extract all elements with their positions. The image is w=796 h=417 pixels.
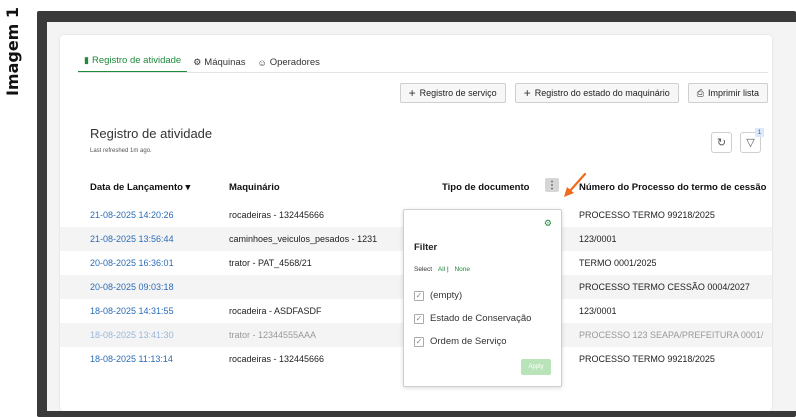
date-link[interactable]: 21-08-2025 13:56:44 [90,234,174,244]
last-refreshed-text: Last refreshed 1m ago. [90,148,152,154]
select-all-link[interactable]: All [438,266,445,273]
document-icon: ▮ [84,55,89,65]
gear-icon[interactable]: ⚙ [544,218,552,229]
option-label: (empty) [430,290,463,301]
column-filter-popup: ⚙ Filter Select All | None ✓ (empty) ✓ E… [403,209,562,387]
checkbox[interactable]: ✓ [414,336,424,347]
plus-icon: + [408,86,416,100]
column-header-process-number[interactable]: Número do Processo do termo de cessão [579,182,766,193]
machine-cell: rocadeiras - 132445666 [229,354,325,364]
printer-icon: ⎙ [696,87,704,98]
machine-cell: caminhoes_veiculos_pesados - 1231 [229,234,378,244]
tab-registro-atividade[interactable]: ▮ Registro de atividade [78,55,188,73]
page-title: Registro de atividade [90,126,213,141]
option-label: Ordem de Serviço [430,336,507,347]
tab-bar: ▮ Registro de atividade ⚙ Máquinas ☺ Ope… [78,51,326,73]
checkbox[interactable]: ✓ [414,313,424,324]
tab-operadores[interactable]: ☺ Operadores [251,57,325,73]
machine-cell: rocadeiras - 132445666 [229,210,325,220]
select-separator: | [446,266,449,273]
filter-count-badge: 1 [755,128,764,137]
filter-title: Filter [414,242,438,253]
main-card: ▮ Registro de atividade ⚙ Máquinas ☺ Ope… [60,35,772,411]
apply-button[interactable]: Apply [521,359,551,375]
date-link[interactable]: 18-08-2025 11:13:14 [90,354,173,364]
filter-icon: ▽ [746,137,755,149]
select-row: Select All | None [414,266,470,273]
tab-label: Operadores [269,57,320,68]
add-machine-state-button[interactable]: + Registro do estado do maquinário [514,83,679,103]
column-header-date[interactable]: Data de Lançamento ▾ [90,182,190,193]
filter-option-ordem-servico[interactable]: ✓ Ordem de Serviço [414,336,507,347]
filter-option-empty[interactable]: ✓ (empty) [414,290,462,301]
option-label: Estado de Conservação [430,313,532,324]
column-header-machine[interactable]: Maquinário [229,182,280,193]
tabs-divider [78,72,768,73]
process-cell: TERMO 0001/2025 [579,258,657,268]
button-label: Imprimir lista [708,88,759,98]
select-none-link[interactable]: None [454,266,470,273]
action-bar: + Registro de serviço + Registro do esta… [399,83,768,103]
people-icon: ☺ [257,57,267,68]
tab-label: Máquinas [204,57,246,68]
date-link[interactable]: 20-08-2025 16:36:01 [90,258,174,268]
process-cell: PROCESSO 123 SEAPA/PREFEITURA 0001/ [579,330,764,340]
refresh-button[interactable]: ↻ [711,132,732,153]
tab-label: Registro de atividade [91,55,182,66]
plus-icon: + [523,86,531,100]
date-link[interactable]: 21-08-2025 14:20:26 [90,210,174,220]
side-label-text: Imagem 1 [3,6,23,96]
date-link[interactable]: 18-08-2025 13:41:30 [90,330,174,340]
process-cell: PROCESSO TERMO CESSÃO 0004/2027 [579,282,750,292]
checkbox[interactable]: ✓ [414,290,424,301]
filter-option-estado-conservacao[interactable]: ✓ Estado de Conservação [414,313,531,324]
machine-cell: rocadeira - ASDFASDF [229,306,322,316]
add-service-record-button[interactable]: + Registro de serviço [399,83,506,103]
date-link[interactable]: 18-08-2025 14:31:55 [90,306,174,316]
select-label: Select [414,266,433,273]
table-header: Data de Lançamento ▾ Maquinário Tipo de … [60,173,772,203]
machine-icon: ⚙ [193,57,202,67]
button-label: Registro do estado do maquinário [534,88,670,98]
print-list-button[interactable]: ⎙ Imprimir lista [687,83,768,103]
column-menu-button[interactable]: ⋮ [545,178,559,192]
annotation-arrow-icon [564,172,587,197]
app-screen: ▮ Registro de atividade ⚙ Máquinas ☺ Ope… [47,22,796,411]
process-cell: PROCESSO TERMO 99218/2025 [579,354,715,364]
date-link[interactable]: 20-08-2025 09:03:18 [90,282,174,292]
process-cell: PROCESSO TERMO 99218/2025 [579,210,715,220]
machine-cell: trator - PAT_4568/21 [229,258,312,268]
refresh-icon: ↻ [716,137,727,149]
filter-button[interactable]: ▽ 1 [740,128,764,153]
column-header-doc-type[interactable]: Tipo de documento [442,182,529,193]
process-cell: 123/0001 [579,234,617,244]
side-label: Imagem 1 [2,6,24,96]
button-label: Registro de serviço [419,88,497,98]
tab-maquinas[interactable]: ⚙ Máquinas [187,57,251,73]
machine-cell: trator - 12344555AAA [229,330,317,340]
page: Imagem 1 ▮ Registro de atividade ⚙ Máqui… [0,0,796,417]
process-cell: 123/0001 [579,306,617,316]
